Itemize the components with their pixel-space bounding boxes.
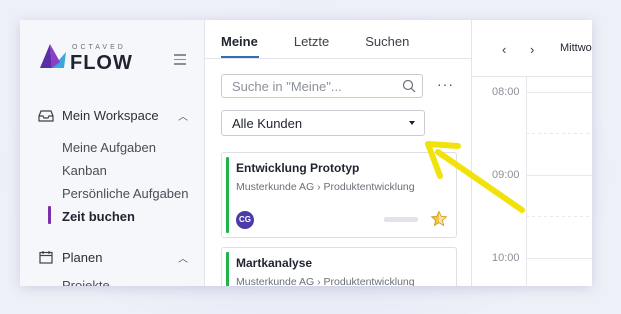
progress-bar (384, 217, 418, 222)
time-label: 10:00 (492, 252, 520, 264)
chevron-up-icon[interactable]: ︿ (178, 108, 188, 123)
chevron-up-icon[interactable]: ︿ (178, 250, 188, 265)
task-path: Musterkunde AG › Produktentwicklung (236, 181, 415, 193)
sidebar-section-planen[interactable]: Planen (62, 250, 102, 265)
star-icon[interactable] (430, 210, 448, 228)
sidebar-item-kanban[interactable]: Kanban (62, 163, 107, 178)
menu-toggle-icon[interactable] (174, 54, 186, 68)
octaved-logo-icon (40, 44, 66, 68)
time-label: 09:00 (492, 169, 520, 181)
customer-filter-select[interactable]: Alle Kunden (221, 110, 425, 136)
customer-filter-value: Alle Kunden (232, 116, 303, 131)
hour-gridline (526, 175, 592, 176)
half-hour-gridline (526, 133, 592, 134)
task-path: Musterkunde AG › Produktentwicklung (236, 276, 415, 286)
avatar[interactable]: CG (236, 211, 254, 229)
tab-letzte[interactable]: Letzte (294, 34, 329, 58)
sidebar: OCTAVED FLOW Mein Workspace ︿ Meine Aufg… (20, 20, 205, 286)
status-bar (226, 252, 229, 286)
hour-gridline (526, 258, 592, 259)
brand-tagline: OCTAVED (72, 44, 126, 51)
tab-suchen[interactable]: Suchen (365, 34, 409, 58)
panel-tabs: Meine Letzte Suchen (221, 34, 409, 58)
sidebar-item-meine-aufgaben[interactable]: Meine Aufgaben (62, 140, 156, 155)
caret-down-icon (409, 121, 415, 125)
search-icon[interactable] (402, 79, 416, 93)
calendar-icon (39, 251, 53, 264)
search-box (221, 74, 423, 98)
sidebar-item-persoenliche-aufgaben[interactable]: Persönliche Aufgaben (62, 186, 188, 201)
calendar-day-label: Mittwoch (560, 42, 592, 54)
brand-name: FLOW (70, 52, 133, 74)
half-hour-gridline (526, 216, 592, 217)
app-window: OCTAVED FLOW Mein Workspace ︿ Meine Aufg… (20, 20, 592, 286)
task-title: Martkanalyse (236, 256, 313, 270)
sidebar-item-projekte[interactable]: Projekte (62, 278, 110, 286)
sidebar-item-zeit-buchen[interactable]: Zeit buchen (62, 209, 135, 224)
sidebar-section-workspace[interactable]: Mein Workspace ︿ (38, 108, 188, 123)
tabs-divider (205, 58, 471, 59)
more-options-button[interactable]: ··· (437, 76, 454, 92)
time-label: 08:00 (492, 86, 520, 98)
prev-day-button[interactable]: ‹ (502, 42, 506, 57)
task-card[interactable]: Martkanalyse Musterkunde AG › Produktent… (221, 247, 457, 286)
calendar-header: ‹ › Mittwoch (472, 20, 592, 77)
task-card[interactable]: Entwicklung Prototyp Musterkunde AG › Pr… (221, 152, 457, 238)
tab-meine[interactable]: Meine (221, 34, 258, 58)
inbox-icon (38, 109, 54, 122)
time-axis-line (526, 76, 527, 286)
hour-gridline (526, 92, 592, 93)
task-panel: Meine Letzte Suchen ··· Alle Kunden Entw… (205, 20, 472, 286)
active-indicator (48, 206, 51, 224)
workspace-label: Mein Workspace (62, 108, 159, 123)
task-title: Entwicklung Prototyp (236, 161, 360, 175)
calendar-panel: ‹ › Mittwoch 08:00 09:00 10:00 (472, 20, 592, 286)
status-bar (226, 157, 229, 233)
search-input[interactable] (232, 75, 392, 97)
next-day-button[interactable]: › (530, 42, 534, 57)
